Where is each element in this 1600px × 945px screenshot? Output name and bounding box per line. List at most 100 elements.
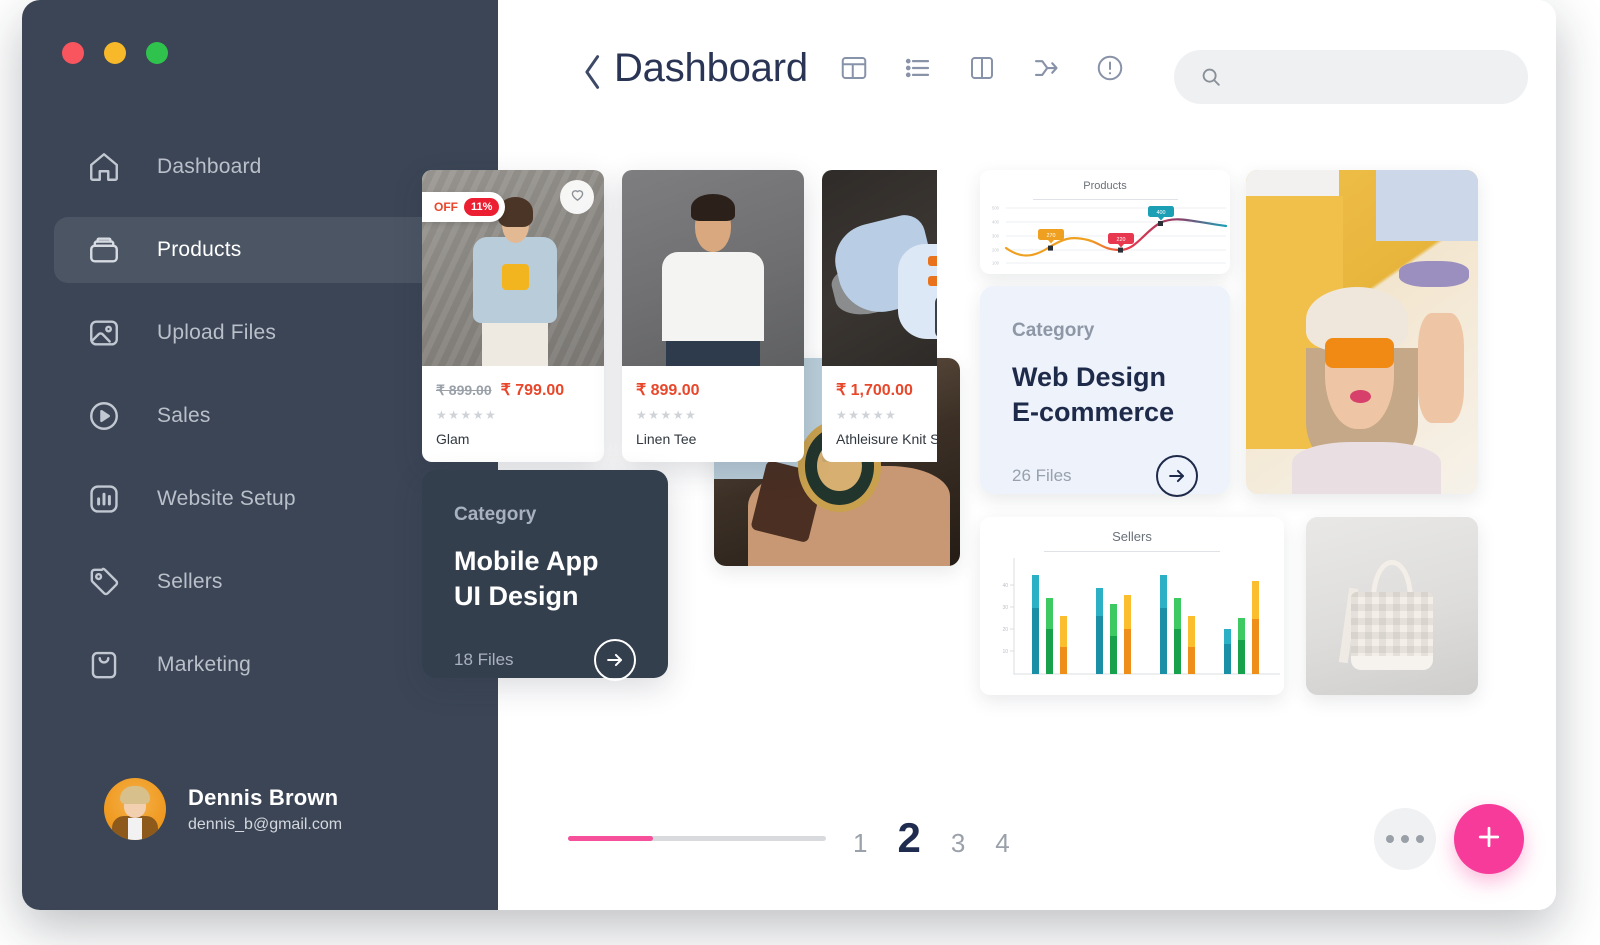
product-info: ₹ 899.00 ₹ 799.00 ★★★★★ Glam bbox=[422, 366, 604, 462]
price-row: ₹ 899.00 bbox=[636, 380, 790, 400]
arrow-right-icon[interactable] bbox=[594, 639, 636, 682]
home-icon bbox=[84, 147, 124, 187]
product-image bbox=[622, 170, 804, 366]
shopping-bag-icon bbox=[84, 645, 124, 685]
alert-circle-icon[interactable] bbox=[1094, 52, 1126, 84]
product-price: ₹ 1,700.00 bbox=[836, 382, 913, 399]
product-name: Glam bbox=[436, 431, 470, 447]
page-3[interactable]: 3 bbox=[951, 828, 965, 859]
discount-value: 11% bbox=[464, 198, 500, 216]
sidebar-item-website-setup[interactable]: Website Setup bbox=[54, 466, 474, 532]
product-name: Linen Tee bbox=[636, 431, 697, 447]
product-price: ₹ 799.00 bbox=[500, 382, 565, 399]
sidebar-item-label: Products bbox=[157, 238, 242, 261]
handbag-photo bbox=[1306, 517, 1478, 695]
chevron-left-icon[interactable] bbox=[580, 52, 606, 92]
sidebar-item-dashboard[interactable]: Dashboard bbox=[54, 134, 474, 200]
close-button[interactable] bbox=[62, 42, 84, 64]
sidebar-item-marketing[interactable]: Marketing bbox=[54, 632, 474, 698]
page-2[interactable]: 2 bbox=[897, 814, 920, 862]
app-window: Dashboard Products Upload Files Sales We… bbox=[22, 0, 1556, 910]
plus-icon bbox=[1474, 822, 1504, 857]
category-title-line2: E-commerce bbox=[1012, 396, 1175, 427]
sidebar-item-sellers[interactable]: Sellers bbox=[54, 549, 474, 615]
category-card-mobile-app[interactable]: Category Mobile App UI Design 18 Files bbox=[422, 470, 668, 682]
svg-text:400: 400 bbox=[992, 220, 1000, 225]
image-icon bbox=[84, 313, 124, 353]
profile-name: Dennis Brown bbox=[188, 784, 339, 810]
sidebar-item-sales[interactable]: Sales bbox=[54, 383, 474, 449]
page-4[interactable]: 4 bbox=[995, 828, 1009, 859]
sidebar-item-products[interactable]: Products bbox=[54, 217, 474, 283]
view-toolbar bbox=[838, 52, 1126, 84]
search-input[interactable] bbox=[1236, 68, 1496, 86]
svg-text:40: 40 bbox=[1002, 583, 1008, 589]
category-footer: 18 Files bbox=[454, 639, 636, 682]
category-title-line1: Web Design bbox=[1012, 362, 1167, 392]
sidebar-item-label: Sellers bbox=[157, 570, 223, 593]
profile-text: Dennis Brown dennis_b@gmail.com bbox=[188, 785, 342, 834]
progress-track[interactable] bbox=[568, 836, 826, 841]
sunglasses-photo bbox=[1246, 170, 1478, 494]
column-view-icon[interactable] bbox=[966, 52, 998, 84]
arrow-right-icon[interactable] bbox=[1156, 455, 1198, 498]
svg-text:10: 10 bbox=[1002, 649, 1008, 655]
search-bar[interactable] bbox=[1174, 50, 1528, 104]
footer: 1 2 3 4 bbox=[498, 760, 1556, 910]
pagination: 1 2 3 4 bbox=[853, 814, 1010, 862]
favorite-button[interactable] bbox=[560, 180, 594, 214]
discount-badge: OFF 11% bbox=[422, 192, 506, 222]
category-kicker: Category bbox=[1012, 320, 1095, 341]
list-view-icon[interactable] bbox=[902, 52, 934, 84]
sidebar-item-label: Marketing bbox=[157, 653, 252, 676]
category-file-count: 18 Files bbox=[454, 650, 514, 670]
category-title: Web Design E-commerce bbox=[1012, 360, 1198, 429]
svg-text:200: 200 bbox=[992, 248, 1000, 253]
svg-text:220: 220 bbox=[1117, 237, 1126, 243]
sellers-bar-chart[interactable]: Sellers 40 30 20 10 bbox=[980, 517, 1284, 695]
maximize-button[interactable] bbox=[146, 42, 168, 64]
flow-view-icon[interactable] bbox=[1030, 52, 1062, 84]
product-price: ₹ 899.00 bbox=[636, 382, 700, 399]
category-card-web-design[interactable]: Category Web Design E-commerce 26 Files bbox=[980, 286, 1230, 498]
products-line-chart[interactable]: Products 500 400 300 200 100 270 220 400 bbox=[980, 170, 1230, 274]
product-card-linen-tee[interactable]: ₹ 899.00 ★★★★★ Linen Tee bbox=[622, 170, 804, 462]
handbag-photo-card[interactable] bbox=[1306, 517, 1478, 695]
sidebar-item-upload-files[interactable]: Upload Files bbox=[54, 300, 474, 366]
svg-text:20: 20 bbox=[1002, 627, 1008, 633]
more-horizontal-icon bbox=[1401, 835, 1409, 843]
header: Dashboard bbox=[498, 0, 1556, 128]
man-white-tshirt-photo bbox=[622, 170, 804, 366]
grid-view-icon[interactable] bbox=[838, 52, 870, 84]
page-1[interactable]: 1 bbox=[853, 828, 867, 859]
more-options-button[interactable] bbox=[1374, 808, 1436, 870]
add-button[interactable] bbox=[1454, 804, 1524, 874]
page-title: Dashboard bbox=[614, 46, 808, 90]
sidebar-nav: Dashboard Products Upload Files Sales We… bbox=[54, 134, 474, 715]
more-horizontal-icon bbox=[1416, 835, 1424, 843]
play-circle-icon bbox=[84, 396, 124, 436]
search-icon bbox=[1200, 66, 1222, 88]
window-controls bbox=[62, 42, 168, 64]
svg-text:300: 300 bbox=[992, 234, 1000, 239]
svg-text:270: 270 bbox=[1047, 233, 1056, 239]
more-horizontal-icon bbox=[1386, 835, 1394, 843]
category-title: Mobile App UI Design bbox=[454, 544, 636, 613]
svg-text:30: 30 bbox=[1002, 605, 1008, 611]
sidebar-item-label: Dashboard bbox=[157, 155, 262, 178]
rating-stars: ★★★★★ bbox=[436, 408, 498, 422]
minimize-button[interactable] bbox=[104, 42, 126, 64]
sunglasses-photo-card[interactable] bbox=[1246, 170, 1478, 494]
rating-stars: ★★★★★ bbox=[636, 408, 698, 422]
product-card-glam[interactable]: OFF 11% ₹ 899.00 ₹ 799.00 ★★★★★ Glam bbox=[422, 170, 604, 462]
box-icon bbox=[84, 230, 124, 270]
product-price-old: ₹ 899.00 bbox=[436, 382, 492, 398]
category-title-line1: Mobile App bbox=[454, 546, 599, 576]
category-title-line2: UI Design bbox=[454, 580, 579, 611]
discount-label: OFF bbox=[434, 200, 458, 214]
category-file-count: 26 Files bbox=[1012, 466, 1072, 486]
progress-fill bbox=[568, 836, 654, 841]
bar-chart-svg: 40 30 20 10 bbox=[1002, 558, 1280, 675]
sidebar-item-label: Website Setup bbox=[157, 487, 296, 510]
user-profile[interactable]: Dennis Brown dennis_b@gmail.com bbox=[104, 778, 342, 840]
